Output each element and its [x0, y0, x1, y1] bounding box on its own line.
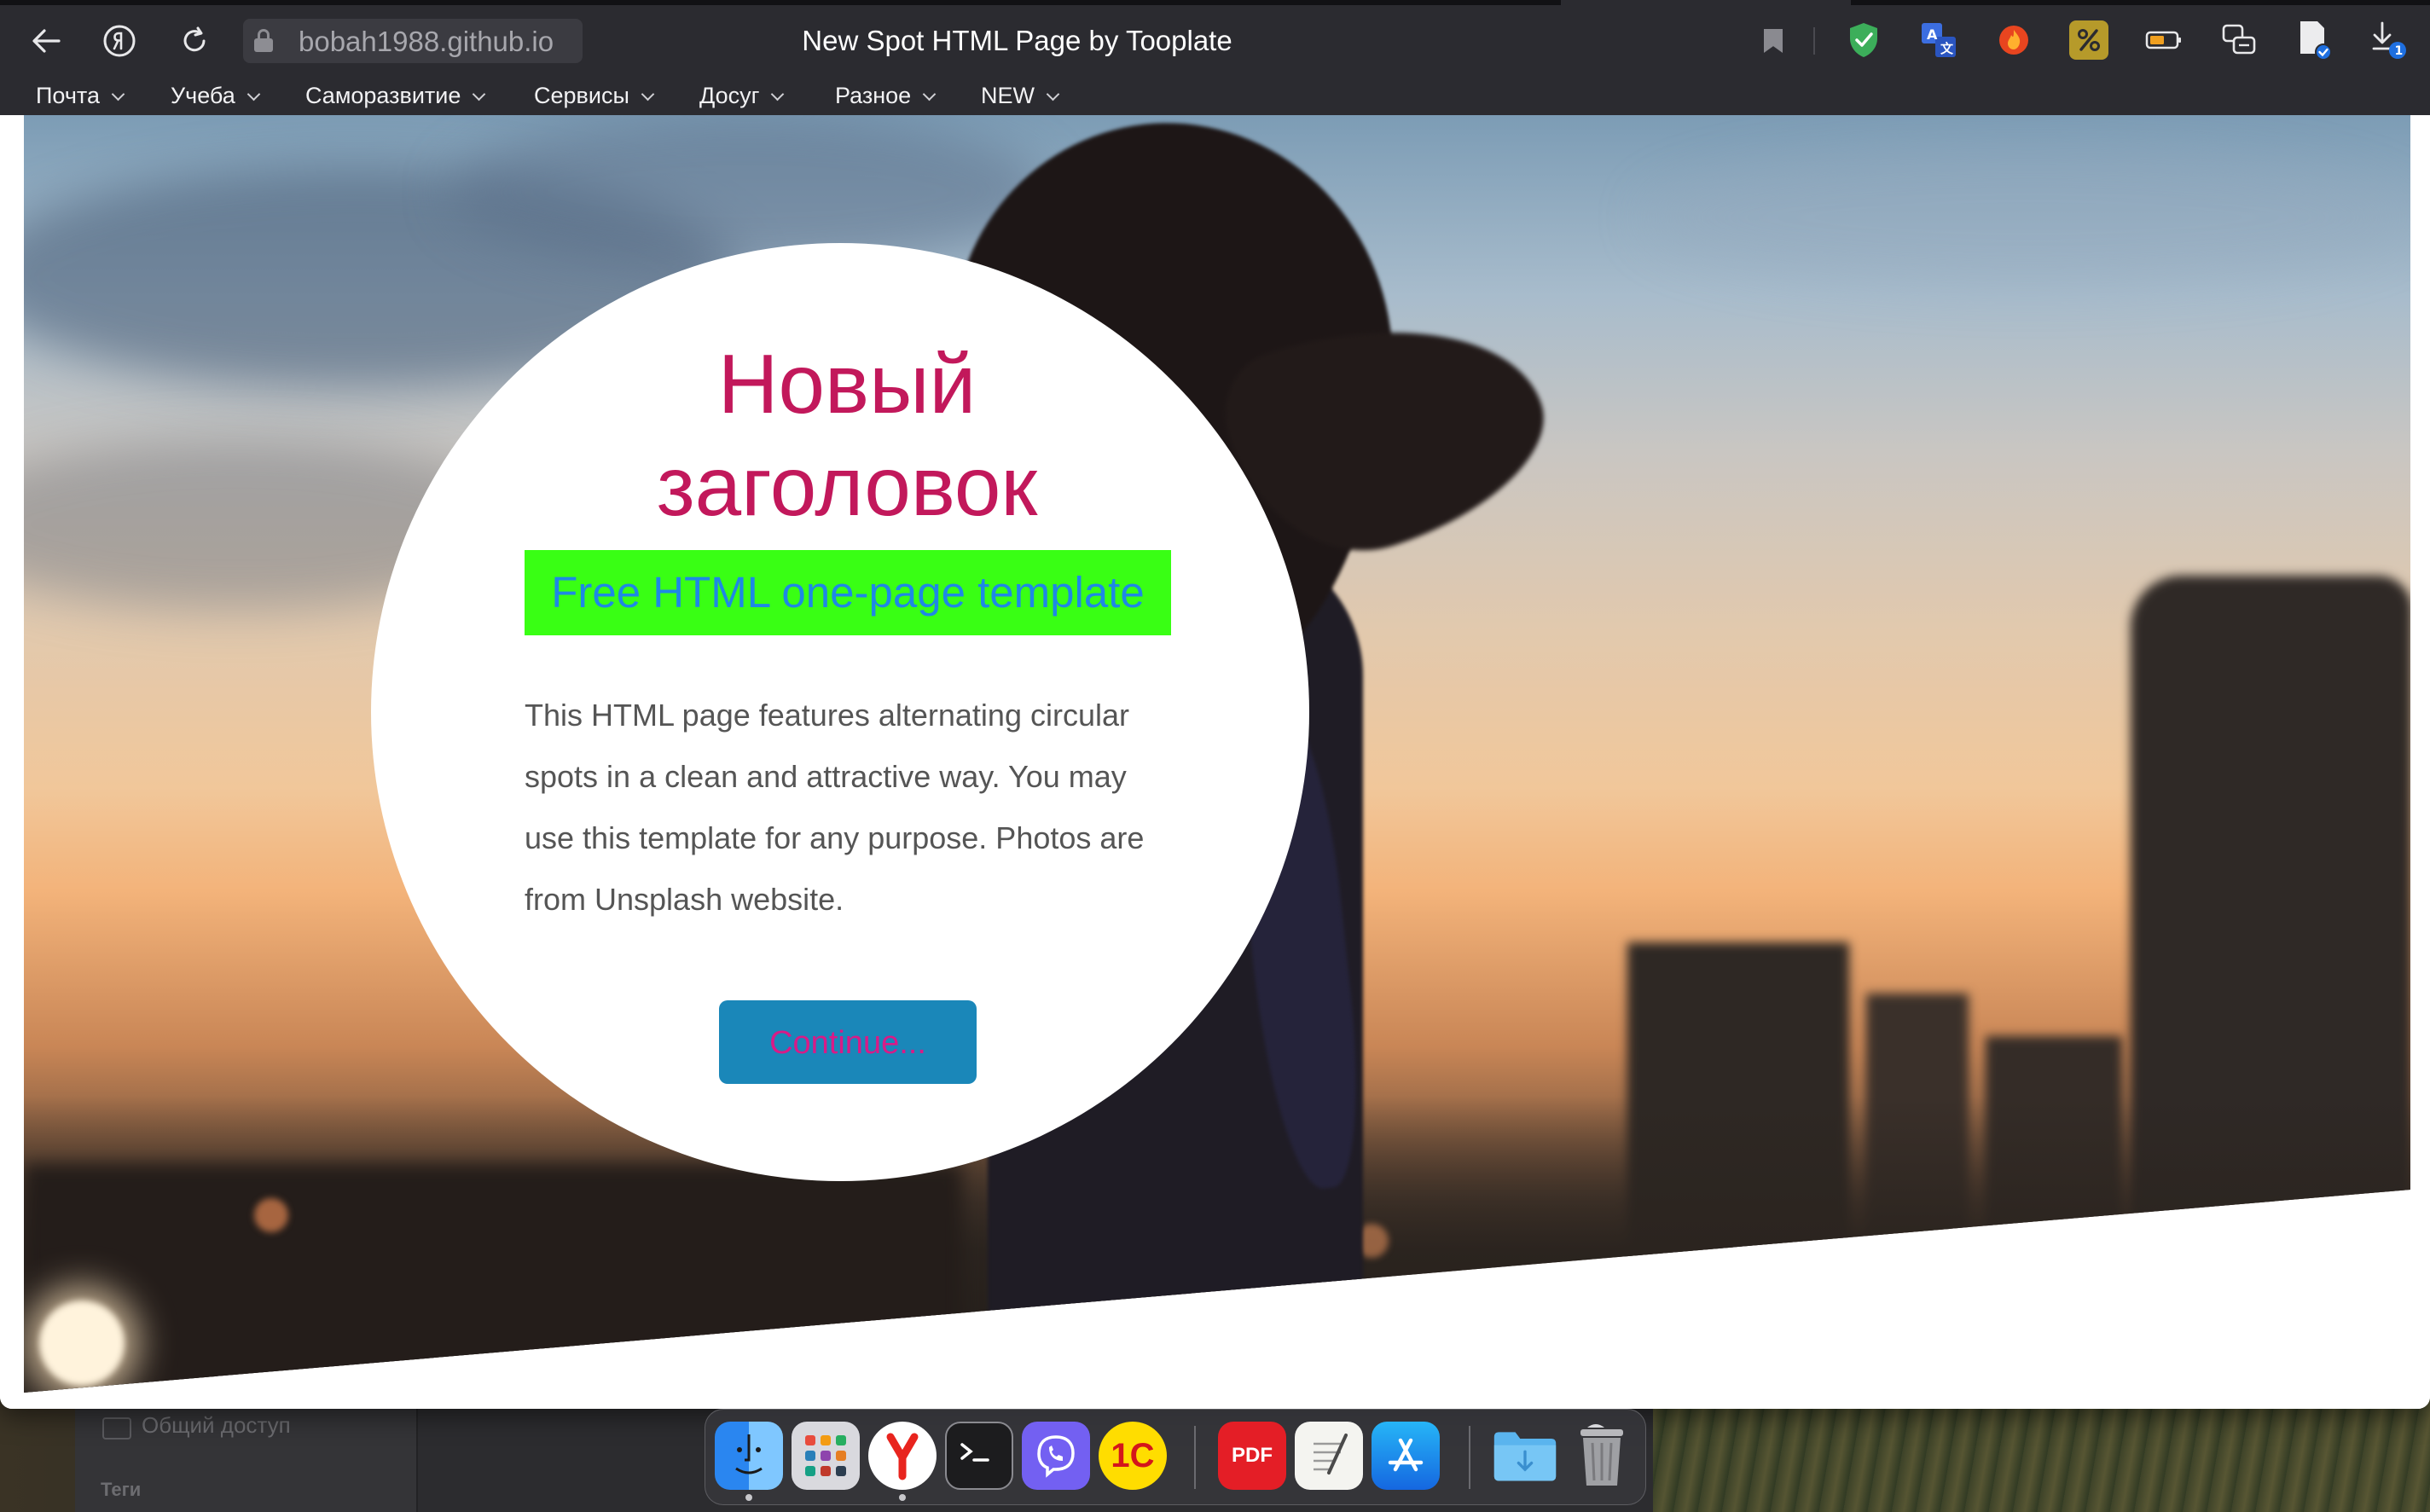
- arrow-left-icon: [32, 29, 61, 53]
- browser-toolbar: bobah1988.github.io New Spot HTML Page b…: [0, 0, 2430, 115]
- running-indicator: [745, 1494, 752, 1501]
- viber-icon[interactable]: [1022, 1422, 1090, 1490]
- chevron-down-icon: [641, 87, 655, 101]
- browser-window: bobah1988.github.io New Spot HTML Page b…: [0, 0, 2430, 1409]
- downloads-folder-icon[interactable]: [1491, 1422, 1559, 1490]
- toolbar-divider: [1813, 27, 1815, 55]
- menu-mail[interactable]: Почта: [36, 78, 125, 113]
- download-badge: 1: [2395, 44, 2404, 58]
- launchpad-icon[interactable]: [792, 1422, 860, 1490]
- bokeh-light: [39, 1301, 125, 1386]
- chevron-down-icon: [771, 87, 785, 101]
- address-url[interactable]: bobah1988.github.io: [299, 23, 554, 61]
- onec-icon[interactable]: 1С: [1099, 1422, 1167, 1490]
- bokeh-light: [254, 1198, 288, 1232]
- yandex-browser-icon[interactable]: [868, 1422, 937, 1490]
- reload-button[interactable]: [172, 19, 217, 63]
- chevron-down-icon: [922, 87, 937, 101]
- web-page: Новый заголовок Free HTML one-page templ…: [0, 115, 2430, 1409]
- trash-icon[interactable]: [1568, 1422, 1636, 1490]
- menu-label: Досуг: [699, 83, 760, 108]
- page-description: This HTML page features alternating circ…: [525, 698, 1145, 917]
- sidebar-section-tags: Теги: [101, 1479, 142, 1500]
- bookmark-icon[interactable]: [1764, 29, 1783, 53]
- chevron-down-icon: [1046, 87, 1060, 101]
- chevron-down-icon: [473, 87, 486, 101]
- shared-folder-icon: [102, 1417, 131, 1440]
- menu-services[interactable]: Сервисы: [534, 78, 655, 113]
- page-heading: Новый заголовок: [656, 337, 1038, 533]
- menu-label: Учеба: [171, 83, 235, 108]
- bookmark-check-icon[interactable]: [2294, 20, 2334, 61]
- translate-icon[interactable]: A文: [1919, 20, 1958, 60]
- percent-icon[interactable]: [2069, 20, 2108, 60]
- battery-icon[interactable]: [2144, 20, 2184, 60]
- back-button[interactable]: [24, 19, 68, 63]
- chat-translate-icon[interactable]: [2219, 20, 2259, 60]
- chevron-down-icon: [111, 87, 125, 101]
- textedit-icon[interactable]: [1295, 1422, 1363, 1490]
- tab-strip: [0, 0, 1561, 5]
- pdf-editor-icon[interactable]: PDF: [1218, 1422, 1286, 1490]
- dock-separator: [1469, 1426, 1470, 1489]
- tab-strip-right: [1851, 0, 2430, 5]
- page-title-bar: New Spot HTML Page by Tooplate: [802, 25, 1232, 56]
- shield-check-icon[interactable]: [1844, 20, 1883, 60]
- terminal-icon[interactable]: [945, 1422, 1013, 1490]
- dock-separator: [1194, 1426, 1196, 1489]
- reload-icon: [183, 26, 206, 52]
- city-building: [2131, 576, 2410, 1393]
- lock-icon: [254, 29, 273, 53]
- running-indicator: [899, 1494, 906, 1501]
- finder-icon[interactable]: [715, 1422, 783, 1490]
- download-icon[interactable]: 1: [2369, 20, 2409, 60]
- page-subtitle: Free HTML one-page template: [525, 550, 1171, 635]
- yandex-home-button[interactable]: [97, 19, 142, 63]
- sidebar-item-shared[interactable]: Общий доступ: [142, 1412, 291, 1439]
- menu-label: Почта: [36, 83, 100, 108]
- menu-leisure[interactable]: Досуг: [699, 78, 785, 113]
- chevron-down-icon: [246, 87, 261, 101]
- hero-section: Новый заголовок Free HTML one-page templ…: [24, 115, 2410, 1393]
- fire-icon[interactable]: [1994, 20, 2033, 60]
- desktop-wallpaper-vineyard: [1621, 1399, 2430, 1512]
- menu-study[interactable]: Учеба: [171, 78, 261, 113]
- cloud: [450, 115, 1047, 269]
- cloud: [1644, 149, 2410, 286]
- svg-text:A: A: [1927, 26, 1938, 43]
- onec-label: 1С: [1111, 1436, 1155, 1474]
- app-store-icon[interactable]: [1372, 1422, 1440, 1490]
- menu-label: Саморазвитие: [305, 83, 461, 108]
- yandex-logo-icon: [103, 25, 136, 57]
- svg-text:文: 文: [1940, 41, 1954, 56]
- menu-misc[interactable]: Разное: [835, 78, 937, 113]
- continue-button[interactable]: Continue...: [719, 1000, 977, 1084]
- city-foreground: [24, 1164, 962, 1393]
- pdf-label: PDF: [1232, 1444, 1273, 1467]
- menu-new[interactable]: NEW: [981, 78, 1060, 113]
- menu-label: Разное: [835, 83, 912, 108]
- menu-self-development[interactable]: Саморазвитие: [305, 78, 486, 113]
- menu-label: NEW: [981, 83, 1035, 108]
- menu-label: Сервисы: [534, 83, 629, 108]
